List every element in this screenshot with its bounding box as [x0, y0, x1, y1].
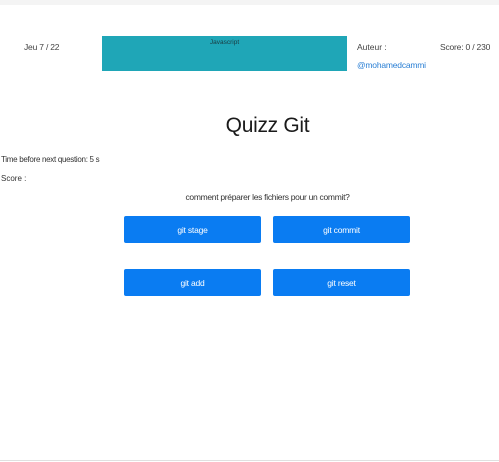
top-divider — [0, 0, 499, 5]
language-banner: Javascript — [102, 36, 347, 71]
answer-button-git-add[interactable]: git add — [124, 269, 261, 296]
answer-button-git-commit[interactable]: git commit — [273, 216, 410, 243]
score-text: Score : — [1, 174, 27, 183]
date-label: Jeu 7 / 22 — [24, 42, 60, 52]
timer-text: Time before next question: 5 s — [1, 155, 100, 164]
answer-button-git-stage[interactable]: git stage — [124, 216, 261, 243]
author-label: Auteur : — [357, 42, 387, 52]
banner-label: Javascript — [209, 39, 240, 46]
page-title: Quizz Git — [225, 114, 310, 137]
quiz-page: Jeu 7 / 22 Javascript Auteur : @mohamedc… — [0, 0, 499, 462]
header-score: Score: 0 / 230 — [440, 42, 491, 52]
author-link[interactable]: @mohamedcammi — [357, 60, 426, 70]
question-text: comment préparer les fichiers pour un co… — [185, 192, 350, 202]
answer-button-git-reset[interactable]: git reset — [273, 269, 410, 296]
bottom-divider — [0, 460, 499, 461]
